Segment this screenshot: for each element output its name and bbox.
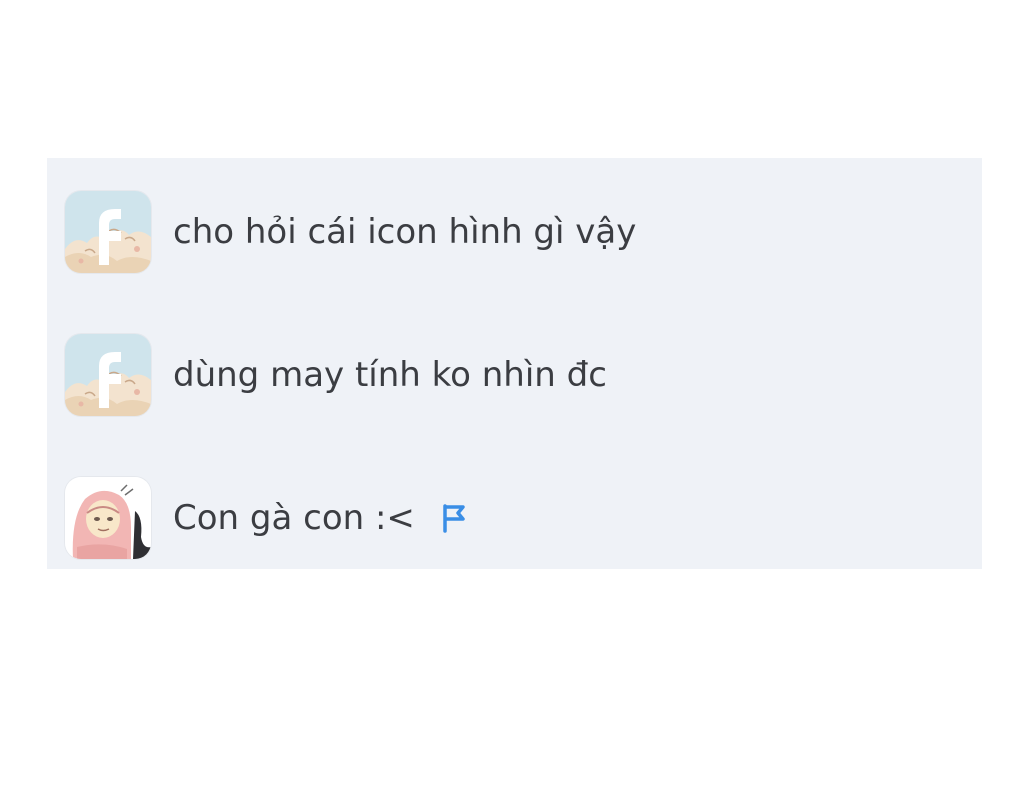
message-text: dùng may tính ko nhìn đc [173,355,607,395]
facebook-avatar-icon[interactable] [65,334,151,416]
message-text: cho hỏi cái icon hình gì vậy [173,212,637,252]
chat-message: Con gà con :< [65,476,469,560]
facebook-avatar-icon[interactable] [65,191,151,273]
message-text: Con gà con :< [173,498,415,538]
chat-message: dùng may tính ko nhìn đc [65,333,607,417]
character-avatar-icon[interactable] [65,477,151,559]
chat-panel: cho hỏi cái icon hình gì vậy dùng may tí… [47,158,982,569]
flag-icon[interactable] [439,502,469,534]
chat-message: cho hỏi cái icon hình gì vậy [65,190,636,274]
